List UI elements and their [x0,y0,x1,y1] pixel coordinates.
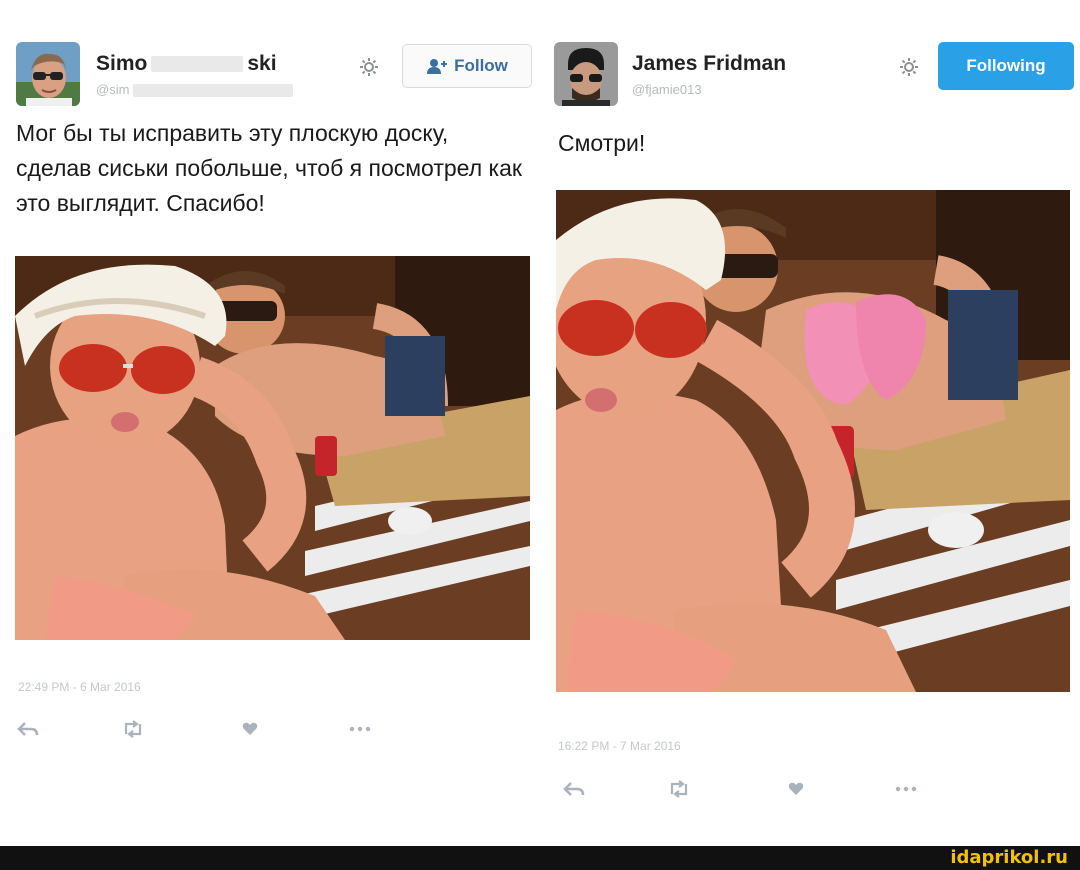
avatar[interactable] [16,42,80,106]
avatar-photo [16,42,80,106]
tweet-text: Мог бы ты исправить эту плоскую доску, с… [16,120,522,216]
photo-original [15,256,530,640]
tweet-actions [14,718,384,742]
tweet-timestamp[interactable]: 16:22 PM - 7 Mar 2016 [558,739,681,753]
like-icon[interactable] [236,718,264,740]
footer-bar: idaprikol.ru [0,846,1080,870]
tweet-card-left: Simo ski @sim Follow Мог бы ты исправить … [0,0,540,846]
tweet-actions [560,778,930,802]
gear-icon[interactable] [358,56,380,78]
gear-icon[interactable] [898,56,920,78]
reply-icon[interactable] [560,778,588,800]
avatar[interactable] [554,42,618,106]
retweet-icon[interactable] [665,778,693,800]
user-handle[interactable]: @sim [96,82,294,98]
tweet-timestamp[interactable]: 22:49 PM - 6 Mar 2016 [18,680,141,694]
redaction-blur [133,84,294,98]
tweet-photo[interactable] [15,256,530,640]
add-user-icon [427,59,448,74]
more-icon[interactable] [892,778,920,800]
follow-button-label: Follow [454,56,508,75]
user-name-end: ski [247,52,277,75]
like-icon[interactable] [782,778,810,800]
redaction-blur [151,56,244,73]
tweet-text: Смотри! [558,130,646,156]
photo-edited [556,190,1070,692]
site-watermark: idaprikol.ru [950,847,1068,868]
following-button[interactable]: Following [938,42,1074,90]
user-handle[interactable]: @fjamie013 [632,82,702,97]
retweet-icon[interactable] [119,718,147,740]
avatar-photo [554,42,618,106]
user-name[interactable]: Simo ski [96,52,277,76]
user-name-start: Simo [96,52,148,75]
user-handle-text: @sim [96,82,130,97]
tweet-card-right: James Fridman @fjamie013 Following Смотр… [540,0,1080,846]
user-name[interactable]: James Fridman [632,52,786,76]
follow-button[interactable]: Follow [402,44,532,88]
tweet-photo[interactable] [556,190,1070,692]
reply-icon[interactable] [14,718,42,740]
more-icon[interactable] [346,718,374,740]
